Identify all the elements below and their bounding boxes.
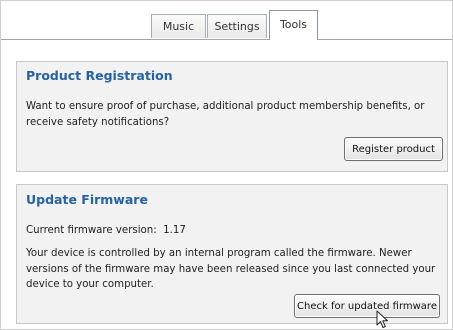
firmware-version-value: 1.17 (163, 225, 186, 236)
tab-settings[interactable]: Settings (207, 14, 267, 38)
update-firmware-title: Update Firmware (26, 192, 148, 207)
firmware-version-label: Current firmware version: (26, 225, 157, 236)
tab-music[interactable]: Music (151, 14, 206, 38)
update-firmware-description: Your device is controlled by an internal… (26, 248, 436, 290)
product-registration-description: Want to ensure proof of purchase, additi… (26, 101, 425, 128)
check-firmware-button[interactable]: Check for updated firmware (294, 294, 440, 318)
app-window: Music Settings Tools Product Registratio… (0, 0, 453, 330)
tab-bar: Music Settings Tools (1, 1, 452, 40)
update-firmware-panel: Update Firmware Current firmware version… (16, 184, 448, 324)
product-registration-title: Product Registration (26, 68, 173, 83)
product-registration-panel: Product Registration Want to ensure proo… (16, 61, 448, 172)
tab-tools[interactable]: Tools (269, 10, 318, 40)
firmware-version-row: Current firmware version: 1.17 (26, 223, 446, 239)
mouse-pointer-icon (376, 310, 388, 328)
register-product-button[interactable]: Register product (344, 137, 443, 161)
